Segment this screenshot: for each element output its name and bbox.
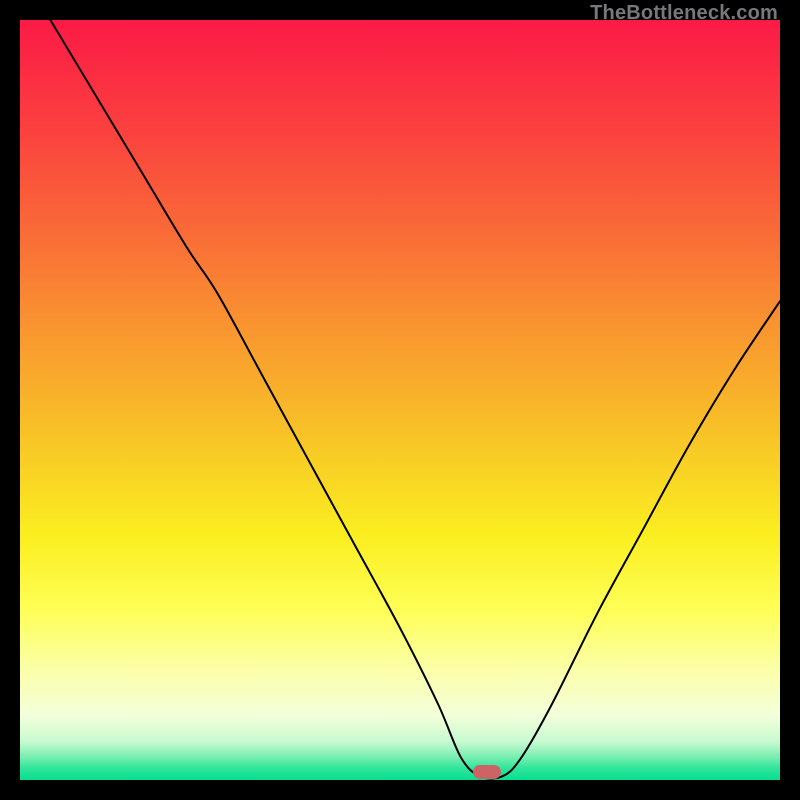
watermark-text: TheBottleneck.com	[590, 2, 778, 25]
chart-frame: TheBottleneck.com	[0, 0, 800, 800]
optimal-point-marker	[473, 765, 501, 779]
bottleneck-curve	[20, 20, 780, 780]
plot-area	[20, 20, 780, 780]
